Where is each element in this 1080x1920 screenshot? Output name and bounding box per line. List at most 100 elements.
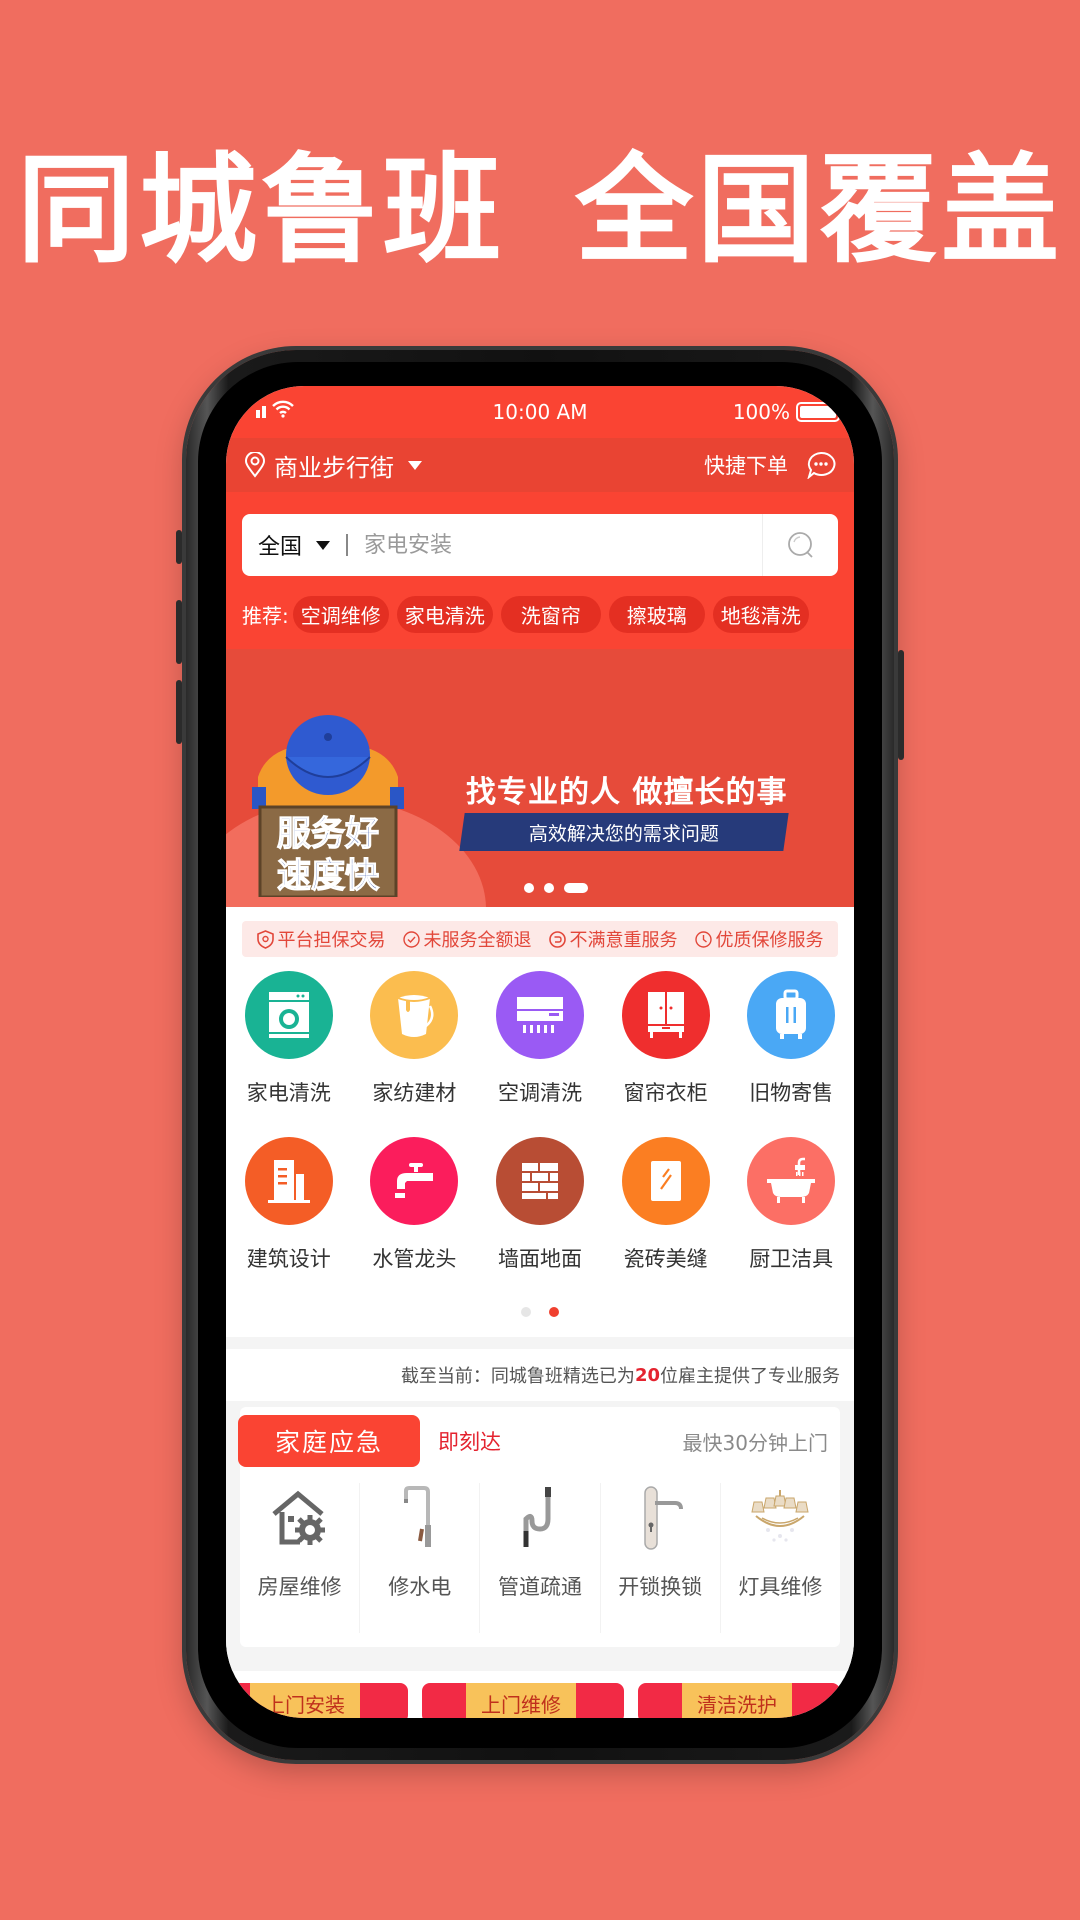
recommend-chip[interactable]: 地毯清洗 (712, 596, 809, 633)
guarantee-item: 不满意重服务 (548, 926, 678, 952)
clock-icon (694, 930, 712, 948)
search-input[interactable] (364, 532, 762, 558)
category-label: 墙面地面 (497, 1247, 582, 1271)
category-item[interactable]: 家纺建材 (352, 971, 478, 1107)
location-selector[interactable]: 商业步行街 (244, 448, 422, 483)
message-icon[interactable] (806, 451, 836, 479)
emergency-card: 家庭应急 即刻达 最快30分钟上门 房屋维修 修水电 管道疏通 开锁换锁 灯具维… (238, 1407, 840, 1647)
emergency-item-label: 开锁换锁 (618, 1575, 703, 1599)
category-page-dot[interactable] (521, 1307, 531, 1317)
emergency-item[interactable]: 灯具维修 (721, 1483, 840, 1633)
emergency-section: 家庭应急 即刻达 最快30分钟上门 房屋维修 修水电 管道疏通 开锁换锁 灯具维… (226, 1401, 854, 1657)
quick-order-button[interactable]: 快捷下单 (704, 450, 788, 480)
emergency-item[interactable]: 管道疏通 (480, 1483, 601, 1633)
category-label: 瓷砖美缝 (623, 1247, 708, 1271)
check-circle-icon (402, 930, 420, 948)
status-bar: 10:00 AM 100% (226, 386, 854, 438)
category-item[interactable]: 建筑设计 (226, 1137, 352, 1273)
category-item[interactable]: 厨卫洁具 (728, 1137, 854, 1273)
emergency-now: 即刻达 (438, 1430, 501, 1454)
location-pin-icon (244, 452, 266, 478)
recommend-chip[interactable]: 空调维修 (292, 596, 389, 633)
banner-dot[interactable] (524, 883, 534, 893)
search-area: 全国 推荐: 空调维修 家电清洗 洗窗帘 擦玻璃 地毯清洗 (226, 492, 854, 649)
paint-bucket-icon (370, 971, 459, 1059)
emergency-item[interactable]: 开锁换锁 (601, 1483, 721, 1633)
power-button (898, 650, 904, 760)
worker-illustration: 服务好 速度快 (252, 715, 404, 897)
stats-prefix: 截至当前：同城鲁班精选已为 (400, 1366, 635, 1387)
phone-frame: 10:00 AM 100% 商业步行街 快捷下单 全国 家电安装 推荐: 空调维… (176, 350, 904, 1760)
headline-left: 同城鲁班 (16, 141, 505, 279)
search-separator (346, 534, 349, 556)
category-item[interactable]: 旧物寄售 (728, 971, 854, 1107)
guarantee-item: 平台担保交易 (256, 926, 386, 952)
category-label: 厨卫洁具 (749, 1247, 834, 1271)
battery-percent: 100% (732, 400, 790, 424)
mute-switch (176, 530, 182, 564)
banner-dot[interactable] (544, 883, 554, 893)
location-label: 商业步行街 (274, 453, 394, 482)
headline-right: 全国覆盖 (575, 141, 1064, 279)
promo-card[interactable]: 上门安装 (226, 1683, 408, 1718)
suitcase-icon (747, 971, 836, 1059)
category-grid: 家电清洗 家纺建材 空调清洗 窗帘衣柜 旧物寄售 建筑设计 水管龙头 墙面地面 … (226, 957, 854, 1273)
category-label: 旧物寄售 (749, 1081, 834, 1105)
category-item[interactable]: 水管龙头 (352, 1137, 478, 1273)
search-button[interactable] (762, 514, 838, 576)
recommend-label: 推荐: (242, 604, 289, 628)
section-divider (226, 1337, 854, 1349)
banner-subtitle-box: 高效解决您的需求问题 (459, 813, 789, 851)
volume-down-button (176, 680, 182, 744)
emergency-item-label: 灯具维修 (738, 1575, 823, 1599)
emergency-item-label: 修水电 (388, 1575, 452, 1599)
search-icon (787, 532, 813, 558)
guarantee-label: 优质保修服务 (715, 930, 824, 951)
category-item[interactable]: 瓷砖美缝 (603, 1137, 729, 1273)
promo-card[interactable]: 清洁洗护 (638, 1683, 840, 1718)
promo-card[interactable]: 上门维修 (422, 1683, 624, 1718)
air-conditioner-icon (495, 971, 584, 1059)
app-bar: 商业步行街 快捷下单 (226, 438, 854, 492)
service-stats: 截至当前：同城鲁班精选已为 20 位雇主提供了专业服务 (226, 1349, 854, 1401)
category-label: 建筑设计 (246, 1247, 331, 1271)
guarantee-label: 平台担保交易 (277, 930, 386, 951)
search-scope-dropdown[interactable]: 全国 (258, 529, 331, 561)
search-scope-label: 全国 (258, 535, 303, 560)
category-label: 家纺建材 (372, 1081, 457, 1105)
chevron-down-icon (408, 460, 422, 470)
house-gear-icon (265, 1483, 335, 1553)
promo-headline: 同城鲁班 全国覆盖 (0, 140, 1080, 280)
chandelier-icon (745, 1483, 815, 1553)
faucet-icon (370, 1137, 459, 1225)
recommend-chip[interactable]: 擦玻璃 (608, 596, 705, 633)
search-bar: 全国 (242, 514, 838, 576)
emergency-fastest: 最快30分钟上门 (682, 1430, 828, 1455)
guarantee-label: 不满意重服务 (569, 930, 678, 951)
battery-icon (796, 402, 840, 422)
recommend-chip[interactable]: 洗窗帘 (500, 596, 601, 633)
caret-down-icon (316, 540, 331, 550)
drain-pipe-icon (505, 1483, 575, 1553)
banner-dot-active[interactable] (564, 883, 588, 893)
category-item[interactable]: 窗帘衣柜 (603, 971, 729, 1107)
promo-label: 清洁洗护 (682, 1683, 792, 1718)
guarantee-item: 未服务全额退 (402, 926, 532, 952)
banner-badge-line2: 速度快 (277, 856, 380, 896)
promo-banner[interactable]: 服务好 速度快 找专业的人 做擅长的事 高效解决您的需求问题 (226, 649, 854, 907)
recommend-chip[interactable]: 家电清洗 (396, 596, 493, 633)
category-item[interactable]: 家电清洗 (226, 971, 352, 1107)
guarantee-item: 优质保修服务 (694, 926, 824, 952)
door-handle-icon (625, 1483, 695, 1553)
category-item[interactable]: 墙面地面 (477, 1137, 603, 1273)
emergency-item[interactable]: 房屋维修 (240, 1483, 361, 1633)
category-label: 空调清洗 (497, 1081, 582, 1105)
bathtub-icon (747, 1137, 836, 1225)
category-item[interactable]: 空调清洗 (477, 971, 603, 1107)
category-page-dot-active[interactable] (549, 1307, 559, 1317)
building-icon (244, 1137, 333, 1225)
emergency-tag[interactable]: 家庭应急 (238, 1415, 420, 1467)
banner-badge-line1: 服务好 (277, 814, 379, 854)
emergency-item[interactable]: 修水电 (360, 1483, 481, 1633)
shield-icon (256, 929, 274, 949)
